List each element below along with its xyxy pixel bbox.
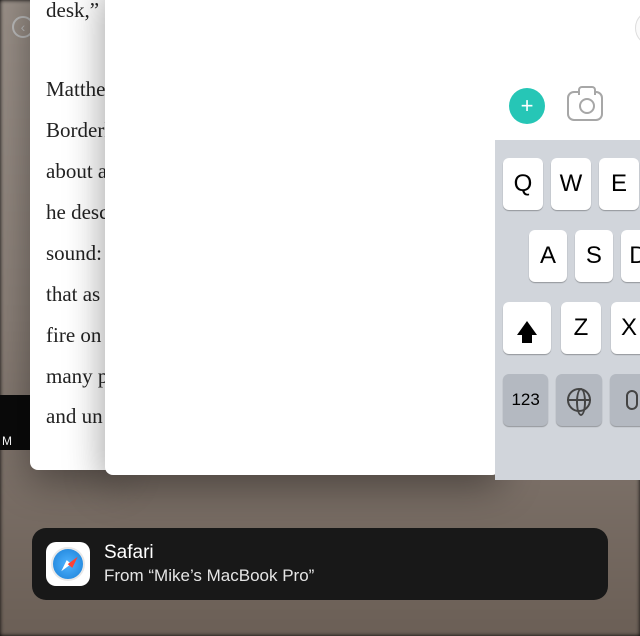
reader-line: he desc bbox=[46, 192, 108, 233]
key-a[interactable]: A bbox=[529, 230, 567, 282]
reader-text-block: desk,” s Matthe Borderl about a he desc … bbox=[46, 0, 108, 437]
reader-line: fire on bbox=[46, 315, 108, 356]
text-input-pill[interactable]: c bbox=[635, 10, 640, 46]
keyboard-bottom-row: 123 bbox=[503, 374, 640, 426]
app-card-compose[interactable]: c + Q W E A S D Z X 123 bbox=[495, 0, 640, 480]
handoff-app-name: Safari bbox=[104, 540, 314, 566]
edge-label: M bbox=[2, 434, 12, 448]
key-s[interactable]: S bbox=[575, 230, 613, 282]
globe-icon bbox=[567, 388, 591, 412]
handoff-banner[interactable]: Safari From “Mike’s MacBook Pro” bbox=[32, 528, 608, 600]
safari-app-icon bbox=[46, 542, 90, 586]
plus-icon: + bbox=[521, 93, 534, 119]
shift-key[interactable] bbox=[503, 302, 551, 354]
reader-line: Borderl bbox=[46, 110, 108, 151]
keyboard: Q W E A S D Z X 123 bbox=[495, 140, 640, 480]
reader-line: desk,” s bbox=[46, 0, 108, 31]
key-e[interactable]: E bbox=[599, 158, 639, 210]
compose-top-area: c + bbox=[495, 0, 640, 140]
mic-key[interactable] bbox=[610, 374, 640, 426]
camera-button[interactable] bbox=[567, 91, 603, 121]
keyboard-row-3: Z X bbox=[503, 302, 640, 354]
reader-line: that as bbox=[46, 274, 108, 315]
reader-line: many p bbox=[46, 356, 108, 397]
compose-action-row: + bbox=[509, 88, 640, 124]
key-x[interactable]: X bbox=[611, 302, 640, 354]
handoff-source: From “Mike’s MacBook Pro” bbox=[104, 565, 314, 588]
reader-line: and un bbox=[46, 396, 108, 437]
mic-icon bbox=[626, 390, 638, 410]
keyboard-row-2: A S D bbox=[503, 230, 640, 282]
key-w[interactable]: W bbox=[551, 158, 591, 210]
reader-line: about a bbox=[46, 151, 108, 192]
app-card-blank[interactable] bbox=[105, 0, 500, 475]
globe-key[interactable] bbox=[556, 374, 601, 426]
keyboard-row-1: Q W E bbox=[503, 158, 640, 210]
reader-line: Matthe bbox=[46, 69, 108, 110]
key-z[interactable]: Z bbox=[561, 302, 601, 354]
handoff-text: Safari From “Mike’s MacBook Pro” bbox=[104, 540, 314, 589]
shift-icon bbox=[517, 321, 537, 335]
numbers-key[interactable]: 123 bbox=[503, 374, 548, 426]
key-d[interactable]: D bbox=[621, 230, 640, 282]
safari-compass-icon bbox=[51, 547, 85, 581]
reader-line: sound: bbox=[46, 233, 108, 274]
key-q[interactable]: Q bbox=[503, 158, 543, 210]
left-edge-strip: M bbox=[0, 395, 30, 450]
add-button[interactable]: + bbox=[509, 88, 545, 124]
